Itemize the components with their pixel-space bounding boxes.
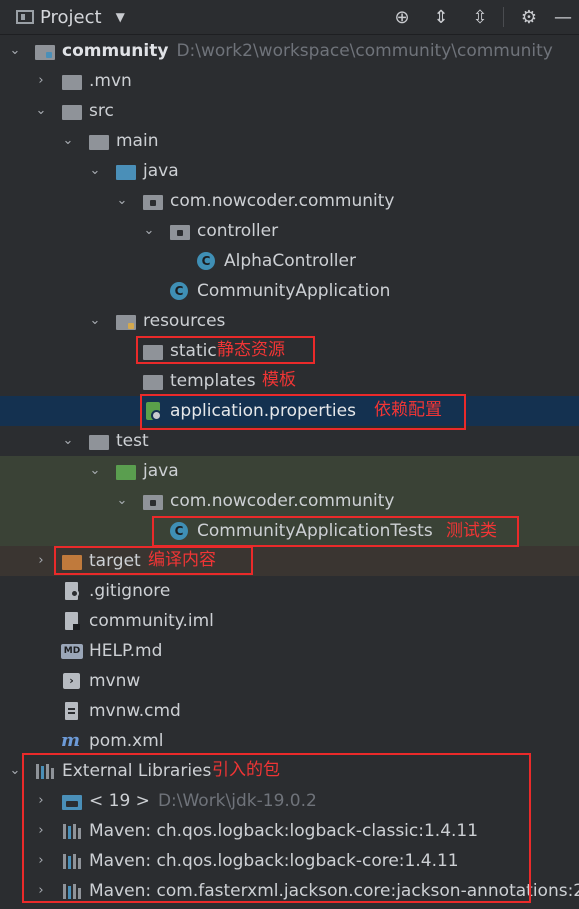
markdown-file-icon: MD bbox=[61, 642, 83, 660]
tree-row-package[interactable]: ⌄ com.nowcoder.community bbox=[0, 186, 579, 216]
chevron-right-icon[interactable]: › bbox=[34, 72, 48, 90]
tree-label-templates: templates bbox=[170, 371, 256, 391]
maven-file-icon: m bbox=[61, 730, 81, 751]
tree-label-mvnw-cmd: mvnw.cmd bbox=[89, 701, 181, 721]
chevron-down-icon[interactable]: ⌄ bbox=[61, 132, 75, 150]
annotation-label-libraries: 引入的包 bbox=[212, 760, 280, 780]
tree-label-controller: controller bbox=[197, 221, 279, 241]
tree-row-resources[interactable]: ⌄ resources bbox=[0, 306, 579, 336]
tree-label-pom: pom.xml bbox=[89, 731, 164, 751]
tree-row-gitignore[interactable]: .gitignore bbox=[0, 576, 579, 606]
tree-row-src[interactable]: ⌄ src bbox=[0, 96, 579, 126]
chevron-down-icon[interactable]: ⌄ bbox=[142, 222, 156, 240]
root-path: D:\work2\workspace\community\community bbox=[176, 41, 553, 61]
chevron-down-icon[interactable]: ⌄ bbox=[88, 312, 102, 330]
project-title: Project bbox=[40, 6, 102, 28]
root-name: community bbox=[62, 41, 169, 61]
collapse-all-icon[interactable]: ⇳ bbox=[469, 6, 491, 28]
tree-row-mvnw[interactable]: › mvnw bbox=[0, 666, 579, 696]
tree-label-java: java bbox=[143, 161, 179, 181]
resources-folder-icon bbox=[116, 312, 136, 330]
annotation-label-static: 静态资源 bbox=[217, 340, 285, 360]
text-file-icon bbox=[62, 702, 82, 720]
chevron-down-icon[interactable]: ⌄ bbox=[88, 462, 102, 480]
shell-script-icon: › bbox=[62, 672, 82, 690]
project-panel-icon bbox=[16, 10, 34, 24]
source-folder-icon bbox=[116, 162, 136, 180]
chevron-down-icon[interactable]: ⌄ bbox=[34, 102, 48, 120]
hide-icon[interactable]: — bbox=[552, 6, 574, 28]
package-icon bbox=[143, 492, 163, 510]
locate-icon[interactable]: ⊕ bbox=[391, 6, 413, 28]
tree-row-test-java[interactable]: ⌄ java bbox=[0, 456, 579, 486]
tree-row-test[interactable]: ⌄ test bbox=[0, 426, 579, 456]
annotation-label-properties: 依赖配置 bbox=[374, 400, 442, 420]
folder-icon bbox=[89, 132, 109, 150]
gitignore-file-icon bbox=[62, 582, 82, 600]
module-file-icon bbox=[62, 612, 82, 630]
tree-label-resources: resources bbox=[143, 311, 226, 331]
annotation-label-templates: 模板 bbox=[262, 370, 296, 390]
tree-label-src: src bbox=[89, 101, 114, 121]
test-folder-icon bbox=[116, 462, 136, 480]
package-icon bbox=[143, 192, 163, 210]
project-view-selector[interactable]: Project ▼ bbox=[16, 6, 125, 28]
folder-icon bbox=[62, 102, 82, 120]
tree-label-main: main bbox=[116, 131, 159, 151]
tree-row-community-application[interactable]: C CommunityApplication bbox=[0, 276, 579, 306]
tree-row-help[interactable]: MD HELP.md bbox=[0, 636, 579, 666]
package-icon bbox=[170, 222, 190, 240]
tree-row-alpha-controller[interactable]: C AlphaController bbox=[0, 246, 579, 276]
tree-row-pom[interactable]: m pom.xml bbox=[0, 726, 579, 756]
folder-icon bbox=[143, 372, 163, 390]
chevron-down-icon[interactable]: ⌄ bbox=[8, 42, 22, 60]
tree-label-test: test bbox=[116, 431, 149, 451]
tree-label-mvn: .mvn bbox=[89, 71, 132, 91]
folder-icon bbox=[62, 72, 82, 90]
annotation-label-target: 编译内容 bbox=[148, 550, 216, 570]
java-class-icon: C bbox=[196, 252, 216, 270]
tree-row-java[interactable]: ⌄ java bbox=[0, 156, 579, 186]
folder-icon bbox=[89, 432, 109, 450]
chevron-down-icon[interactable]: ⌄ bbox=[61, 432, 75, 450]
tree-label-help: HELP.md bbox=[89, 641, 163, 661]
tree-label-gitignore: .gitignore bbox=[89, 581, 171, 601]
expand-all-icon[interactable]: ⇕ bbox=[430, 6, 452, 28]
toolbar-divider bbox=[503, 7, 504, 27]
spring-boot-class-icon: C bbox=[169, 282, 189, 300]
tree-label-community-application: CommunityApplication bbox=[197, 281, 391, 301]
project-toolbar: Project ▼ ⊕ ⇕ ⇳ ⚙ — bbox=[0, 0, 579, 35]
chevron-down-icon[interactable]: ⌄ bbox=[115, 192, 129, 210]
tree-row-main[interactable]: ⌄ main bbox=[0, 126, 579, 156]
chevron-down-icon[interactable]: ⌄ bbox=[115, 492, 129, 510]
tree-row-controller[interactable]: ⌄ controller bbox=[0, 216, 579, 246]
annotation-label-tests: 测试类 bbox=[446, 521, 497, 541]
tree-label-alpha-controller: AlphaController bbox=[224, 251, 356, 271]
tree-row-test-package[interactable]: ⌄ com.nowcoder.community bbox=[0, 486, 579, 516]
tree-label-mvnw: mvnw bbox=[89, 671, 141, 691]
tree-label-package: com.nowcoder.community bbox=[170, 191, 395, 211]
gear-icon[interactable]: ⚙ bbox=[518, 6, 540, 28]
tree-label-root: community D:\work2\workspace\community\co… bbox=[62, 40, 553, 62]
tree-label-test-java: java bbox=[143, 461, 179, 481]
tree-row-mvn[interactable]: › .mvn bbox=[0, 66, 579, 96]
tree-row-mvnw-cmd[interactable]: mvnw.cmd bbox=[0, 696, 579, 726]
chevron-right-icon[interactable]: › bbox=[34, 552, 48, 570]
tree-row-root[interactable]: ⌄ community D:\work2\workspace\community\… bbox=[0, 36, 579, 66]
chevron-down-icon[interactable]: ⌄ bbox=[8, 762, 22, 780]
tree-label-iml: community.iml bbox=[89, 611, 214, 631]
tree-label-test-package: com.nowcoder.community bbox=[170, 491, 395, 511]
tree-row-iml[interactable]: community.iml bbox=[0, 606, 579, 636]
chevron-down-icon[interactable]: ▼ bbox=[116, 10, 125, 24]
module-folder-icon bbox=[35, 42, 55, 60]
chevron-down-icon[interactable]: ⌄ bbox=[88, 162, 102, 180]
